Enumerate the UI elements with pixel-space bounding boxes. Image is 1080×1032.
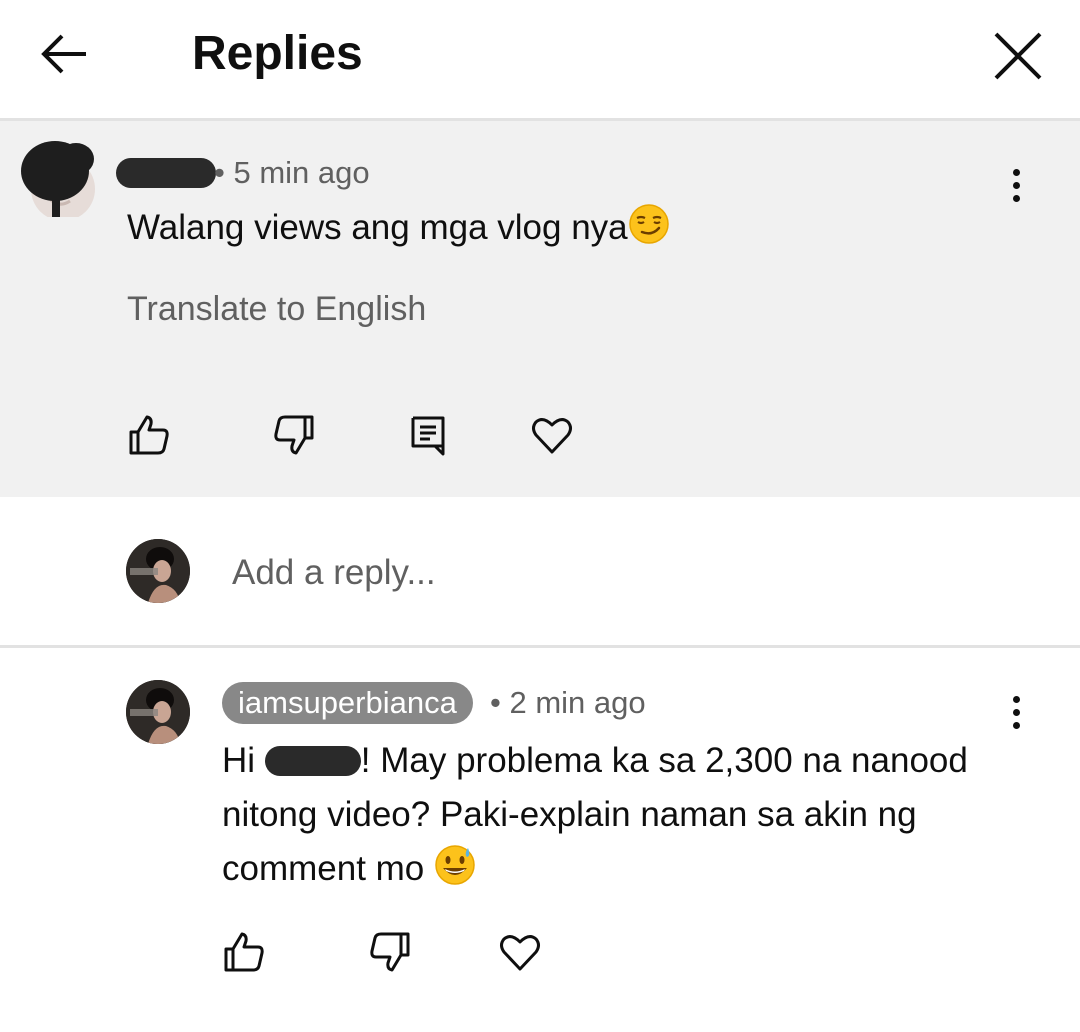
- like-icon[interactable]: [222, 930, 266, 974]
- grinning-face-with-sweat-icon: [434, 844, 476, 902]
- more-options-icon[interactable]: [1006, 696, 1026, 736]
- dislike-icon[interactable]: [272, 413, 316, 457]
- author-avatar[interactable]: [126, 680, 190, 744]
- commenter-avatar[interactable]: [18, 137, 96, 221]
- reply-comment: iamsuperbianca • 2 min ago Hi ! May prob…: [0, 648, 1080, 1032]
- heart-icon[interactable]: [530, 413, 574, 457]
- parent-comment: • 5 min ago Walang views ang mga vlog ny…: [0, 121, 1080, 497]
- more-options-icon[interactable]: [1006, 169, 1026, 209]
- reply-icon[interactable]: [406, 413, 450, 457]
- author-name-chip[interactable]: iamsuperbianca: [222, 682, 473, 724]
- redacted-username: [264, 746, 361, 776]
- close-icon[interactable]: [990, 28, 1046, 84]
- dislike-icon[interactable]: [368, 930, 412, 974]
- like-icon[interactable]: [127, 413, 171, 457]
- reply-input[interactable]: [232, 551, 932, 595]
- add-reply-bar: [0, 497, 1080, 648]
- translate-link[interactable]: Translate to English: [127, 287, 426, 331]
- reply-text: Hi ! May problema ka sa 2,300 na nanood …: [222, 734, 1022, 902]
- heart-icon[interactable]: [498, 930, 542, 974]
- back-arrow-icon[interactable]: [36, 28, 92, 84]
- comment-text: Walang views ang mga vlog nya: [127, 203, 670, 257]
- page-title: Replies: [192, 27, 363, 80]
- redacted-username: [116, 158, 216, 188]
- header-bar: Replies: [0, 0, 1080, 121]
- reply-time: • 2 min ago: [490, 685, 646, 720]
- user-avatar: [126, 539, 190, 603]
- comment-time: • 5 min ago: [214, 155, 370, 190]
- smirking-face-icon: [628, 203, 670, 257]
